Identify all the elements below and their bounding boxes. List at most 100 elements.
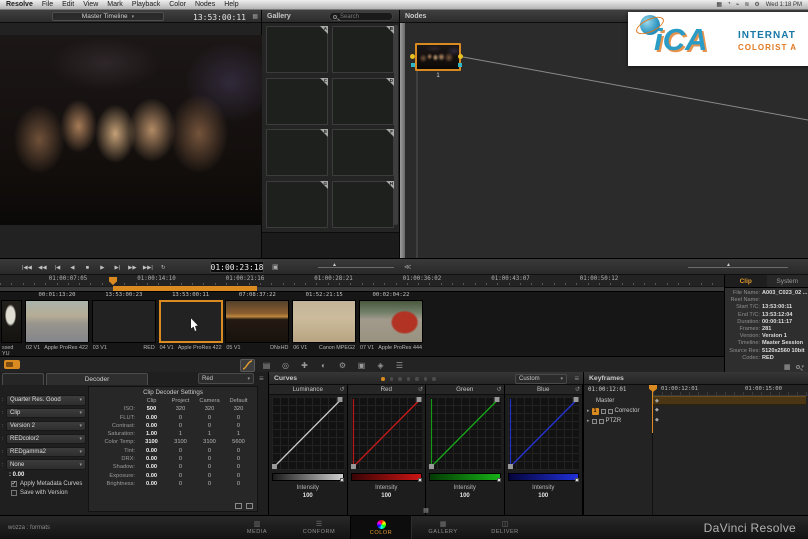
keyframe-track-master[interactable]: ◆ (653, 396, 806, 405)
clip-cell-07[interactable]: 00:02:04:22 07 V1 Apple ProRes 444 (358, 292, 424, 356)
loop-button[interactable]: ↻ (159, 265, 168, 271)
curve-graph[interactable] (429, 397, 501, 470)
channel-select-dropdown[interactable]: Red ▾ (198, 373, 254, 384)
nodes-zoom-handle[interactable]: ▲ (726, 262, 731, 268)
viewer-zoom-slider[interactable] (318, 267, 394, 268)
next-frame-button[interactable]: ▶| (113, 265, 122, 271)
menubar-status-icon-0[interactable]: ▦ (716, 1, 722, 8)
reset-icon[interactable]: ↺ (339, 386, 344, 393)
curve-page-dot-1[interactable] (389, 377, 393, 381)
clip-mode-icon[interactable]: ▣ (272, 263, 279, 271)
curve-preset-dropdown[interactable]: Custom ▾ (515, 373, 567, 384)
decoder-dropdown-4[interactable]: REDgamma2 ▾ (6, 446, 86, 458)
keyframe-track-label-ptzr[interactable]: ▸ PTZR (584, 416, 652, 426)
node-key-output-dot[interactable] (458, 63, 462, 67)
slider-handle[interactable] (575, 478, 579, 482)
menubar-status-icon-4[interactable]: ⚙ (754, 1, 759, 8)
sizing-icon[interactable]: ▣ (354, 359, 369, 372)
blur-icon[interactable]: ☰ (392, 359, 407, 372)
current-clip-range[interactable] (113, 286, 257, 291)
menubar-status-icon-2[interactable]: ⌁ (736, 1, 740, 8)
clip-thumbnail[interactable] (292, 300, 357, 343)
jump-end-button[interactable]: ▶▶| (143, 265, 153, 271)
menu-file[interactable]: File (42, 1, 53, 8)
menu-color[interactable]: Color (169, 1, 186, 8)
clip-thumbnail[interactable] (158, 300, 223, 343)
gallery-slot-C[interactable]: C (266, 77, 328, 125)
tab-blank[interactable] (2, 373, 44, 385)
clip-thumbnail[interactable] (1, 300, 22, 343)
expand-arrow-icon[interactable]: ▸ (587, 408, 590, 414)
decoder-dropdown-0[interactable]: Quarter Res. Good ▾ (6, 395, 86, 406)
slider-handle[interactable] (339, 478, 344, 482)
menu-mark[interactable]: Mark (107, 1, 123, 8)
intensity-value[interactable]: 100 (426, 493, 504, 499)
panel-menu-icon[interactable]: ≡ (259, 374, 264, 383)
node-key-input-dot[interactable] (411, 63, 415, 67)
settings-clip-value[interactable]: 0.00 (137, 414, 166, 422)
menubar-status-icon-1[interactable]: ◔ (727, 1, 731, 8)
search-filter-icon[interactable]: ▾ (796, 364, 804, 370)
clip-cell-04[interactable]: 13:53:00:11 04 V1 Apple ProRes 422 (158, 292, 224, 356)
menu-help[interactable]: Help (224, 1, 238, 8)
curve-graph[interactable] (350, 397, 422, 470)
keyframe-track-label-corrector[interactable]: ▸ 1 Corrector (584, 406, 652, 416)
clip-cell-03[interactable]: 13:53:00:23 03 V1 RED (91, 292, 157, 356)
copy-to-camera-icon[interactable] (246, 503, 253, 509)
intensity-value[interactable]: 100 (348, 493, 426, 499)
decoder-dropdown-5[interactable]: None ▾ (6, 459, 86, 470)
custom-curves-icon[interactable] (240, 358, 255, 372)
page-button-deliver[interactable]: ◫ DELIVER (474, 516, 536, 539)
menu-app-resolve[interactable]: Resolve (6, 1, 33, 8)
curve-page-dot-2[interactable] (398, 377, 402, 381)
keyframe-diamond-icon[interactable]: ◆ (655, 417, 659, 423)
track-toggle-icon[interactable] (591, 418, 597, 424)
checkbox[interactable] (11, 490, 17, 497)
tab-system[interactable]: System (767, 275, 808, 287)
curve-intensity-slider[interactable] (350, 473, 422, 482)
reset-icon[interactable]: ↺ (496, 386, 501, 393)
gallery-slot-H[interactable]: H (332, 180, 394, 228)
timeline-playhead[interactable] (109, 277, 117, 285)
clip-cell-06[interactable]: 01:52:21:15 06 V1 Canon MPEG2 (291, 292, 357, 356)
slider-handle[interactable] (496, 478, 501, 482)
settings-clip-value[interactable]: 0.00 (137, 463, 166, 471)
menu-edit[interactable]: Edit (62, 1, 74, 8)
decoder-dropdown-3[interactable]: REDcolor2 ▾ (6, 433, 86, 445)
node-output-dot[interactable] (458, 54, 463, 59)
keyframe-ruler[interactable]: 01:00:12:01 01:00:15:00 (653, 385, 808, 396)
prev-frame-button[interactable]: |◀ (53, 265, 62, 271)
curve-graph[interactable] (507, 397, 579, 470)
keyframe-track-area[interactable]: 01:00:12:01 01:00:15:00 ◆ ◆ ◆ (649, 385, 808, 515)
clip-cell-05[interactable]: 07:08:37:22 05 V1 DNxHD (224, 292, 290, 356)
jump-start-button[interactable]: |◀◀ (22, 265, 32, 271)
intensity-value[interactable]: 100 (505, 493, 583, 499)
page-button-conform[interactable]: ☰ CONFORM (288, 516, 350, 539)
nodes-zoom-slider[interactable] (688, 267, 788, 268)
slider-handle[interactable] (418, 478, 422, 482)
gallery-slot-F[interactable]: F (332, 129, 394, 176)
copy-to-project-icon[interactable] (235, 503, 242, 509)
curve-page-dot-6[interactable] (432, 377, 436, 381)
settings-clip-value[interactable]: 3100 (137, 438, 166, 446)
curves-footer-icon[interactable]: ▦ (423, 507, 429, 514)
reset-icon[interactable]: ↺ (575, 386, 580, 393)
gallery-slot-G[interactable]: G (266, 180, 328, 228)
curve-page-dot-5[interactable] (423, 377, 427, 381)
menu-view[interactable]: View (83, 1, 98, 8)
settings-clip-value[interactable]: 0.00 (137, 455, 166, 463)
stop-button[interactable]: ■ (83, 265, 92, 271)
keyframe-diamond-icon[interactable]: ◆ (655, 398, 659, 404)
curve-intensity-slider[interactable] (507, 473, 579, 482)
keyframe-track-ptzr[interactable]: ◆ (653, 416, 806, 425)
menubar-clock[interactable]: Wed 1:18 PM (766, 2, 802, 8)
menu-playback[interactable]: Playback (132, 1, 160, 8)
intensity-value[interactable]: 100 (269, 493, 347, 499)
clip-thumbnail[interactable] (225, 300, 290, 343)
expand-arrow-icon[interactable]: ▸ (587, 418, 590, 424)
settings-clip-value[interactable]: 0.00 (137, 472, 166, 480)
settings-clip-value[interactable]: 0.00 (137, 480, 166, 488)
track-lock-icon[interactable] (607, 408, 613, 414)
curve-graph[interactable] (272, 397, 344, 470)
settings-clip-value[interactable]: 0.00 (137, 422, 166, 430)
